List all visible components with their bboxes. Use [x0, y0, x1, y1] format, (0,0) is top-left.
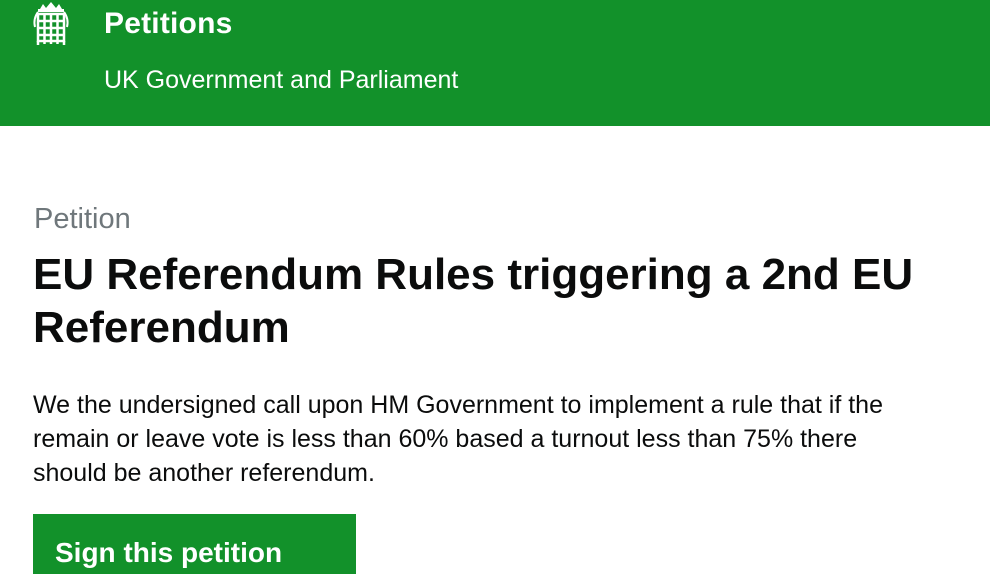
site-header: Petitions UK Government and Parliament — [0, 0, 990, 126]
petition-description: We the undersigned call upon HM Governme… — [33, 391, 883, 487]
site-subtitle-link[interactable]: UK Government and Parliament — [104, 64, 458, 96]
petition-title: EU Referendum Rules triggering a 2nd EU … — [33, 250, 914, 352]
portcullis-icon[interactable] — [30, 1, 72, 47]
sign-petition-button[interactable]: Sign this petition — [33, 514, 356, 574]
site-title-link[interactable]: Petitions — [104, 4, 232, 44]
petition-caption: Petition — [34, 203, 131, 235]
